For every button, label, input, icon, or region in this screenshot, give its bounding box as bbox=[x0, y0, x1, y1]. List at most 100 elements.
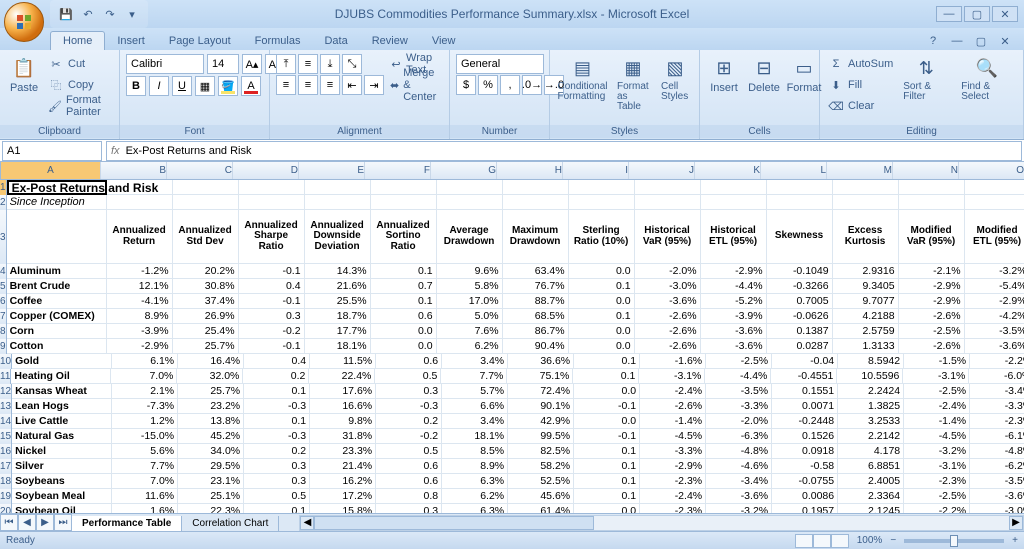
row-head-16[interactable]: 16 bbox=[0, 444, 12, 459]
cell[interactable]: -2.6% bbox=[635, 339, 701, 354]
cell[interactable]: 0.1 bbox=[569, 309, 635, 324]
cell[interactable]: -3.0% bbox=[635, 279, 701, 294]
align-left-icon[interactable]: ≡ bbox=[276, 75, 296, 95]
maximize-button[interactable]: ▢ bbox=[964, 6, 990, 22]
redo-icon[interactable]: ↷ bbox=[102, 6, 118, 22]
cell[interactable]: 18.1% bbox=[442, 429, 508, 444]
cell[interactable]: 0.1 bbox=[244, 414, 310, 429]
col-head-N[interactable]: N bbox=[893, 162, 959, 179]
cell[interactable]: -4.5% bbox=[904, 429, 970, 444]
cell[interactable]: 0.0918 bbox=[772, 444, 838, 459]
cell[interactable]: -2.5% bbox=[904, 384, 970, 399]
cell[interactable]: 5.7% bbox=[442, 384, 508, 399]
cell[interactable]: -2.6% bbox=[640, 399, 706, 414]
cell[interactable]: 0.3 bbox=[376, 384, 442, 399]
cell[interactable]: 1.3825 bbox=[838, 399, 904, 414]
cell[interactable]: 0.3 bbox=[244, 459, 310, 474]
cell[interactable]: Gold bbox=[12, 354, 112, 369]
cell[interactable]: Natural Gas bbox=[12, 429, 112, 444]
cell[interactable] bbox=[503, 180, 569, 195]
cell[interactable]: 2.4005 bbox=[838, 474, 904, 489]
scroll-right-icon[interactable]: ▶ bbox=[1009, 516, 1023, 530]
cell[interactable]: -3.6% bbox=[706, 489, 772, 504]
cell[interactable]: 0.0287 bbox=[767, 339, 833, 354]
copy-button[interactable]: ⿻Copy bbox=[46, 75, 113, 95]
cell[interactable]: 30.8% bbox=[173, 279, 239, 294]
underline-icon[interactable]: U bbox=[172, 76, 192, 96]
cell[interactable]: -6.0% bbox=[969, 369, 1024, 384]
cell[interactable]: 18.1% bbox=[305, 339, 371, 354]
cell[interactable]: -2.2% bbox=[970, 354, 1024, 369]
cell[interactable]: -0.0626 bbox=[767, 309, 833, 324]
zoom-level[interactable]: 100% bbox=[857, 535, 883, 546]
cell[interactable]: 0.1526 bbox=[772, 429, 838, 444]
currency-icon[interactable]: $ bbox=[456, 75, 476, 95]
cell[interactable]: 2.1% bbox=[112, 384, 178, 399]
cell[interactable]: -0.2 bbox=[376, 429, 442, 444]
cell[interactable]: 5.0% bbox=[437, 309, 503, 324]
cell[interactable]: -1.4% bbox=[904, 414, 970, 429]
cell[interactable]: 7.6% bbox=[437, 324, 503, 339]
cell[interactable]: 8.5942 bbox=[838, 354, 904, 369]
cell[interactable]: 6.1% bbox=[112, 354, 178, 369]
cell[interactable]: 0.0 bbox=[569, 339, 635, 354]
merge-center-button[interactable]: ⬌Merge & Center bbox=[388, 75, 445, 95]
conditional-formatting-button[interactable]: ▤Conditional Formatting bbox=[556, 54, 609, 104]
cell[interactable]: -2.9% bbox=[899, 294, 965, 309]
cell[interactable]: 0.6 bbox=[376, 354, 442, 369]
cell[interactable]: 2.9316 bbox=[833, 264, 899, 279]
cell[interactable]: Ex-Post Returns and Risk bbox=[7, 180, 107, 195]
cell[interactable]: 8.5% bbox=[442, 444, 508, 459]
cell[interactable]: Sterling Ratio (10%) bbox=[569, 210, 635, 264]
cell[interactable] bbox=[833, 195, 899, 210]
cell[interactable]: Skewness bbox=[767, 210, 833, 264]
tab-data[interactable]: Data bbox=[312, 32, 359, 50]
cell[interactable]: -0.2 bbox=[239, 324, 305, 339]
cell[interactable]: -3.6% bbox=[970, 489, 1024, 504]
format-painter-button[interactable]: 🖌Format Painter bbox=[46, 96, 113, 116]
row-head-14[interactable]: 14 bbox=[0, 414, 12, 429]
cell[interactable]: 11.5% bbox=[310, 354, 376, 369]
cell[interactable]: Soybean Meal bbox=[12, 489, 112, 504]
cell[interactable]: 8.9% bbox=[107, 309, 173, 324]
cell[interactable]: 7.7% bbox=[112, 459, 178, 474]
cell[interactable]: -0.3266 bbox=[767, 279, 833, 294]
cell[interactable]: 2.3364 bbox=[838, 489, 904, 504]
cell[interactable]: 0.0071 bbox=[772, 399, 838, 414]
cell[interactable]: 0.1 bbox=[574, 444, 640, 459]
tab-formulas[interactable]: Formulas bbox=[243, 32, 313, 50]
cell[interactable]: 0.0086 bbox=[772, 489, 838, 504]
cell[interactable]: 52.5% bbox=[508, 474, 574, 489]
cell[interactable]: -2.3% bbox=[640, 474, 706, 489]
align-right-icon[interactable]: ≡ bbox=[320, 75, 340, 95]
cell[interactable]: Coffee bbox=[7, 294, 107, 309]
orientation-icon[interactable]: ⤡ bbox=[342, 54, 362, 74]
cell[interactable]: 0.3 bbox=[244, 474, 310, 489]
cell[interactable]: 3.4% bbox=[442, 414, 508, 429]
cell[interactable]: Annualized Std Dev bbox=[173, 210, 239, 264]
cut-button[interactable]: ✂Cut bbox=[46, 54, 113, 74]
formula-bar[interactable]: fxEx-Post Returns and Risk bbox=[106, 141, 1022, 161]
cell[interactable]: -3.3% bbox=[640, 444, 706, 459]
help-icon[interactable]: ? bbox=[924, 32, 942, 50]
cell[interactable]: -2.9% bbox=[899, 279, 965, 294]
cell[interactable]: 18.7% bbox=[305, 309, 371, 324]
cell[interactable] bbox=[305, 195, 371, 210]
align-bottom-icon[interactable]: ⤓ bbox=[320, 54, 340, 74]
cell[interactable]: 29.5% bbox=[178, 459, 244, 474]
cell[interactable]: -4.1% bbox=[107, 294, 173, 309]
cell[interactable]: 45.2% bbox=[178, 429, 244, 444]
cell[interactable] bbox=[107, 180, 173, 195]
cell[interactable] bbox=[701, 180, 767, 195]
cell[interactable] bbox=[371, 180, 437, 195]
cell[interactable]: Lean Hogs bbox=[12, 399, 112, 414]
cell[interactable]: Modified VaR (95%) bbox=[899, 210, 965, 264]
cell[interactable]: -2.6% bbox=[635, 324, 701, 339]
cell[interactable]: 0.1551 bbox=[772, 384, 838, 399]
cell[interactable]: 4.2188 bbox=[833, 309, 899, 324]
cell[interactable]: 9.8% bbox=[310, 414, 376, 429]
cell[interactable]: -3.5% bbox=[970, 474, 1024, 489]
col-head-B[interactable]: B bbox=[101, 162, 167, 179]
cell[interactable]: 23.3% bbox=[310, 444, 376, 459]
cell[interactable]: -3.5% bbox=[965, 324, 1024, 339]
